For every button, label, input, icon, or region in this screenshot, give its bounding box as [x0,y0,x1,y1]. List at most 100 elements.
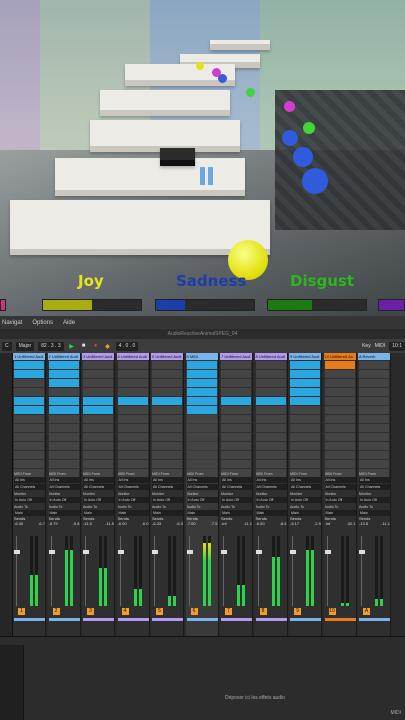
clip-slot[interactable] [290,424,320,432]
clip-slot[interactable] [221,460,251,468]
clip-slot[interactable] [83,388,113,396]
track-activator[interactable]: 9 [294,608,301,615]
clip-slot[interactable] [152,451,182,459]
clip-slot[interactable] [14,370,44,378]
clip-slot[interactable] [255,442,286,450]
clip-slot[interactable] [255,451,286,459]
volume-readout[interactable]: -inf [221,521,227,526]
key-selector[interactable]: C [2,341,12,351]
clip-slot[interactable] [255,379,286,387]
volume-fader[interactable] [290,536,302,606]
clip-slot[interactable] [290,415,320,423]
clip-slot[interactable] [221,433,251,441]
track-title[interactable]: 7 Unfiltered Audi [220,353,252,360]
track-activator[interactable]: 7 [225,608,232,615]
clip-slot[interactable] [324,370,355,378]
volume-fader[interactable] [255,536,268,606]
clip-slot[interactable] [359,424,389,432]
clip-slot[interactable] [14,361,44,369]
clip-slot[interactable] [255,361,286,369]
clip-slot[interactable] [117,379,148,387]
clip-slot[interactable] [83,370,113,378]
track-activator[interactable]: 4 [121,608,129,615]
clip-slot[interactable] [152,388,182,396]
clip-slot[interactable] [48,370,79,378]
clip-slot[interactable] [221,397,251,405]
volume-readout[interactable]: -6.30 [14,521,23,526]
fader-cap[interactable] [290,550,296,554]
clip-slot[interactable] [48,442,79,450]
clip-slot[interactable] [359,433,389,441]
menu-item-options[interactable]: Options [32,320,53,326]
midi-label[interactable]: MIDI [375,343,386,349]
clip-slot[interactable] [324,433,355,441]
key-label[interactable]: Key [362,343,371,349]
clip-slot[interactable] [48,424,79,432]
clip-slot[interactable] [324,406,355,414]
clip-slot[interactable] [152,361,182,369]
io-field[interactable]: All Channels [117,484,149,490]
clip-slot[interactable] [83,424,113,432]
clip-slot[interactable] [221,415,251,423]
clip-slot[interactable] [14,424,44,432]
io-field[interactable]: In Auto Off [359,497,390,503]
volume-readout[interactable]: -6.79 [49,521,58,526]
clip-slot[interactable] [221,388,251,396]
clip-slot[interactable] [117,361,148,369]
clip-slot[interactable] [324,424,355,432]
clip-slot[interactable] [324,397,355,405]
menu-item-help[interactable]: Aide [63,320,75,326]
clip-slot[interactable] [186,406,217,414]
volume-readout[interactable]: -11.5 [83,521,92,526]
clip-slot[interactable] [186,433,217,441]
clip-slot[interactable] [290,433,320,441]
io-field[interactable]: In Auto Off [290,497,321,503]
io-field[interactable]: In Auto Off [221,497,252,503]
io-field[interactable]: In Auto Off [186,497,218,503]
clip-slot[interactable] [186,370,217,378]
clip-slot[interactable] [83,451,113,459]
io-field[interactable]: All Ins [359,477,390,483]
fader-cap[interactable] [186,550,193,554]
clip-slot[interactable] [186,379,217,387]
clip-slot[interactable] [290,397,320,405]
clip-slot[interactable] [14,379,44,387]
volume-readout[interactable]: -7.00 [187,521,196,526]
clip-slot[interactable] [359,442,389,450]
clip-slot[interactable] [221,451,251,459]
clip-slot[interactable] [324,388,355,396]
clip-slot[interactable] [152,415,182,423]
track-title[interactable]: 1 Unfiltered Audi [13,353,45,360]
io-field[interactable]: All Channels [14,484,45,490]
clip-slot[interactable] [290,442,320,450]
clip-slot[interactable] [290,388,320,396]
io-field[interactable]: In Auto Off [152,497,183,503]
clip-slot[interactable] [324,379,355,387]
clip-slot[interactable] [221,424,251,432]
clip-slot[interactable] [359,370,389,378]
track-A[interactable]: A Reverb MIDI From All Ins All Channels Moni… [358,353,391,636]
clip-slot[interactable] [14,415,44,423]
volume-readout[interactable]: -6.33 [152,521,161,526]
track-activator[interactable]: 2 [52,608,60,615]
fader-cap[interactable] [14,550,20,554]
clip-slot[interactable] [117,397,148,405]
volume-readout[interactable]: -inf [325,521,331,526]
clip-slot[interactable] [359,361,389,369]
clip-slot[interactable] [221,442,251,450]
clip-slot[interactable] [186,415,217,423]
track-title[interactable]: 10 Unfiltered Au [323,353,356,360]
clip-slot[interactable] [324,442,355,450]
clip-slot[interactable] [48,379,79,387]
clip-slot[interactable] [83,442,113,450]
clip-slot[interactable] [14,397,44,405]
clip-slot[interactable] [48,361,79,369]
clip-slot[interactable] [324,451,355,459]
io-field[interactable]: All Ins [255,477,287,483]
clip-slot[interactable] [83,379,113,387]
track-activator[interactable]: 8 [259,608,267,615]
fader-cap[interactable] [152,550,158,554]
clip-slot[interactable] [290,379,320,387]
io-field[interactable]: All Channels [359,484,390,490]
clip-slot[interactable] [117,451,148,459]
